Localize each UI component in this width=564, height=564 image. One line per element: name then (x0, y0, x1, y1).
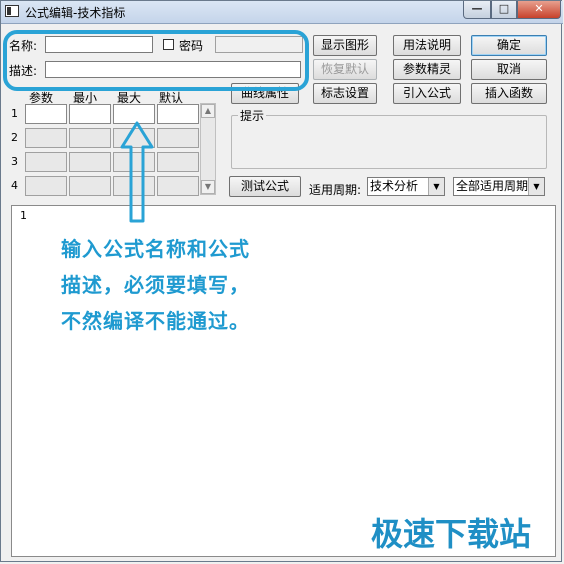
param-cell[interactable] (157, 176, 199, 196)
marker-settings-button[interactable]: 标志设置 (313, 83, 377, 104)
param-cell[interactable] (69, 128, 111, 148)
annotation-line: 输入公式名称和公式 (61, 237, 250, 261)
hint-groupbox: 提示 (231, 107, 547, 169)
scroll-up-icon[interactable]: ▲ (201, 104, 215, 118)
param-cell[interactable] (157, 128, 199, 148)
period-label: 适用周期: (309, 183, 362, 197)
param-cell[interactable] (25, 104, 67, 124)
param-cell[interactable] (157, 152, 199, 172)
show-graph-button[interactable]: 显示图形 (313, 35, 377, 56)
window-title: 公式编辑-技术指标 (25, 6, 126, 20)
param-row-number: 4 (11, 179, 18, 192)
param-row-number: 1 (11, 107, 18, 120)
param-cell[interactable] (69, 152, 111, 172)
param-cell[interactable] (25, 152, 67, 172)
restore-default-button: 恢复默认 (313, 59, 377, 80)
minimize-button[interactable]: — (463, 1, 491, 19)
param-cell[interactable] (157, 104, 199, 124)
analysis-type-value: 技术分析 (370, 179, 419, 193)
chevron-down-icon[interactable]: ▼ (528, 178, 544, 195)
import-formula-button[interactable]: 引入公式 (393, 83, 461, 104)
param-cell[interactable] (69, 104, 111, 124)
formula-editor-window: 公式编辑-技术指标 — □ ✕ 名称: 密码 描述: 显示图形 用法说明 确定 … (0, 0, 563, 562)
param-wizard-button[interactable]: 参数精灵 (393, 59, 461, 80)
cancel-button[interactable]: 取消 (471, 59, 547, 80)
scroll-down-icon[interactable]: ▼ (201, 180, 215, 194)
hint-label: 提示 (238, 107, 267, 124)
app-icon (5, 5, 19, 17)
watermark: 极速下载站 (371, 515, 532, 553)
annotation-line: 不然编译不能通过。 (61, 309, 250, 333)
annotation-arrow-icon (120, 121, 154, 223)
param-row-number: 2 (11, 131, 18, 144)
usage-button[interactable]: 用法说明 (393, 35, 461, 56)
period-select[interactable]: 全部适用周期 ▼ (453, 177, 545, 196)
params-scrollbar[interactable]: ▲ ▼ (200, 103, 216, 195)
param-cell[interactable] (25, 176, 67, 196)
param-cell[interactable] (69, 176, 111, 196)
analysis-type-select[interactable]: 技术分析 ▼ (367, 177, 445, 196)
param-row-number: 3 (11, 155, 18, 168)
highlight-frame (3, 30, 309, 91)
annotation-line: 描述，必须要填写， (61, 273, 250, 297)
test-formula-button[interactable]: 测试公式 (229, 176, 301, 197)
line-number: 1 (20, 209, 27, 222)
title-bar: 公式编辑-技术指标 — □ ✕ (1, 1, 563, 24)
period-value: 全部适用周期 (456, 179, 529, 193)
insert-function-button[interactable]: 插入函数 (471, 83, 547, 104)
maximize-button[interactable]: □ (491, 1, 517, 19)
ok-button[interactable]: 确定 (471, 35, 547, 56)
close-button[interactable]: ✕ (517, 1, 561, 19)
param-cell[interactable] (25, 128, 67, 148)
chevron-down-icon[interactable]: ▼ (428, 178, 444, 195)
